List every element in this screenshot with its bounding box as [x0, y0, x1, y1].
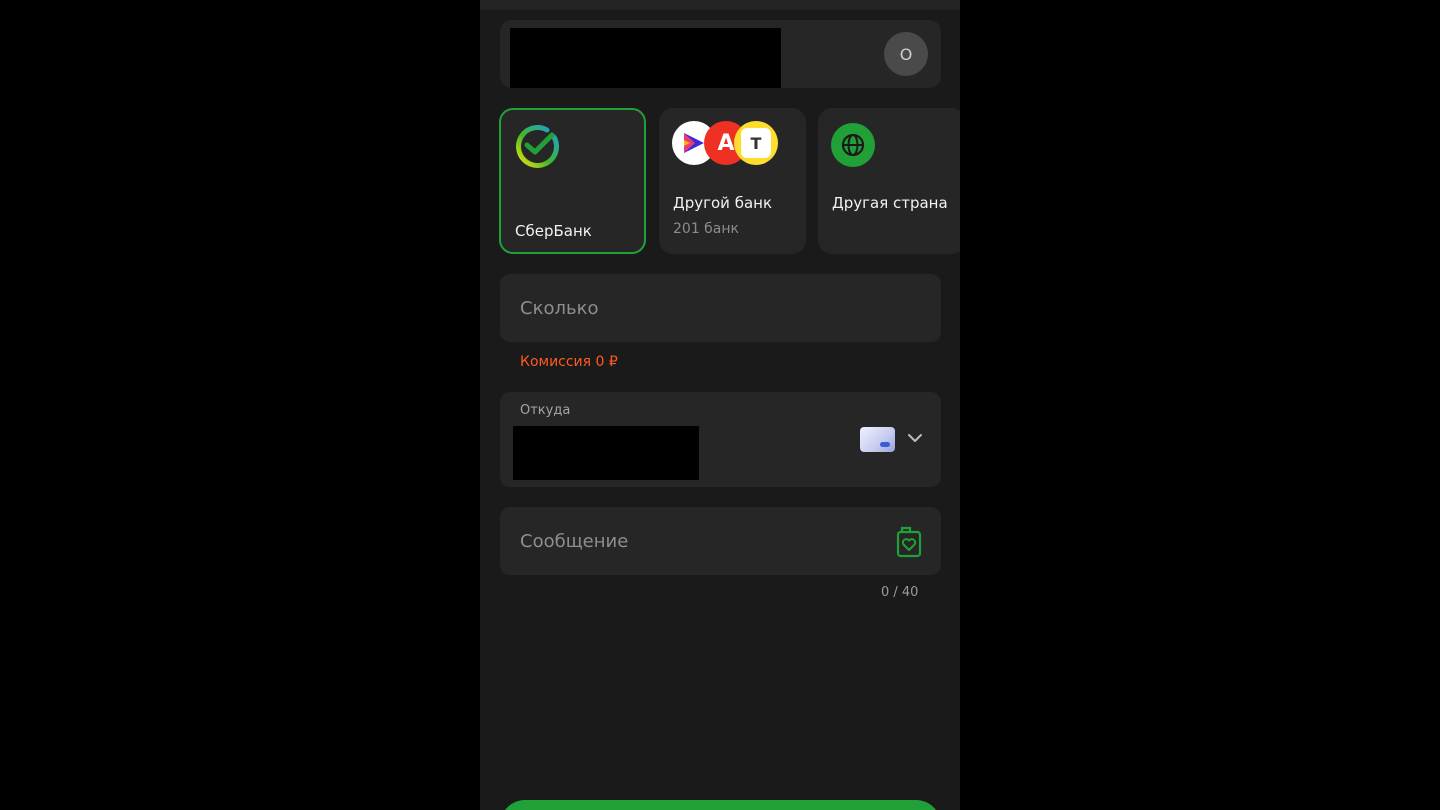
message-placeholder: Сообщение: [520, 531, 629, 552]
bank-tile-other-bank[interactable]: A T Другой банк 201 банк: [659, 108, 806, 254]
card-icon: [860, 427, 895, 452]
message-counter: 0 / 40: [881, 585, 919, 600]
message-input[interactable]: Сообщение: [500, 507, 941, 575]
redacted-account: [513, 426, 699, 480]
bank-logos-icon: A T: [672, 121, 782, 167]
avatar: О: [884, 32, 928, 76]
bank-tile-title: Другой банк: [673, 194, 773, 212]
bank-tile-subtitle: 201 банк: [673, 221, 739, 237]
amount-placeholder: Сколько: [520, 298, 599, 319]
source-account-select[interactable]: Откуда: [500, 392, 941, 487]
bank-tile-other-country[interactable]: Другая страна: [818, 108, 960, 254]
submit-button[interactable]: [500, 800, 941, 810]
redacted-recipient-name: [510, 28, 781, 88]
bank-tile-title: СберБанк: [515, 222, 592, 240]
sber-logo-icon: [516, 124, 560, 168]
bank-tile-sberbank[interactable]: СберБанк: [499, 108, 646, 254]
globe-icon: [831, 123, 875, 167]
phone-screen: О СберБанк A T Другой банк 201 банк Друг…: [480, 0, 960, 810]
commission-text: Комиссия 0 ₽: [520, 354, 618, 370]
source-account-label: Откуда: [520, 403, 571, 418]
gift-card-icon[interactable]: [896, 526, 922, 558]
bank-tile-title: Другая страна: [832, 194, 948, 212]
t-bank-logo-icon: T: [734, 121, 778, 165]
chevron-down-icon[interactable]: [907, 432, 923, 444]
recipient-card[interactable]: О: [500, 20, 941, 88]
amount-input[interactable]: Сколько: [500, 274, 941, 342]
top-bar: [480, 0, 960, 10]
